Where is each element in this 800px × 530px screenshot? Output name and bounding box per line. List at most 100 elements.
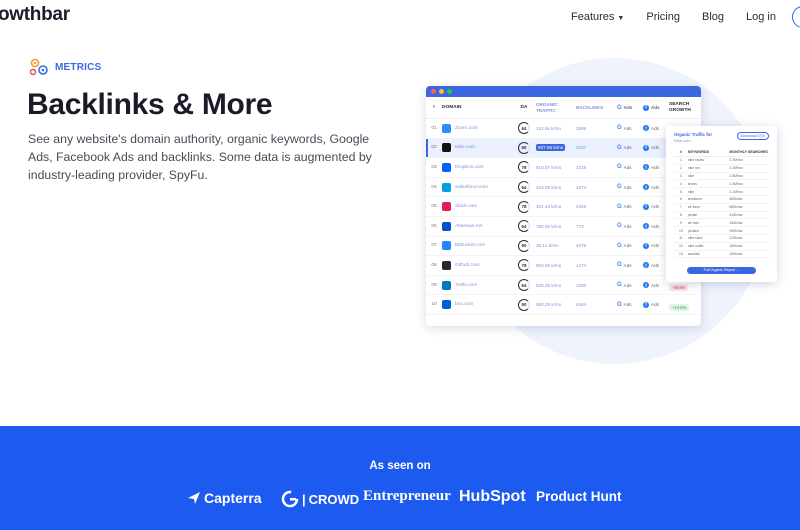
row-google-ads[interactable]: G Ads [617, 302, 643, 308]
table-row[interactable]: 06 Atlassian.net 64 780.00 k/mo 773 G Ads f Ads [426, 217, 701, 237]
table-row[interactable]: 04 Salesforce.com 64 443.08 k/mo 1874 G Ads f Ad… [426, 178, 701, 198]
keyword-num: 4 [679, 181, 682, 186]
nav-pricing[interactable]: Pricing [646, 11, 680, 23]
domain-link[interactable]: Dropbox.com [455, 165, 484, 170]
row-da: 78 [512, 200, 536, 213]
domain-link[interactable]: Salesforce.com [455, 185, 488, 190]
row-da: 50 [512, 298, 536, 311]
table-row[interactable]: 10 box.com 50 590.29 k/mo 4464 G Ads f Ads +14.5% [426, 295, 701, 315]
product-hunt-logo: Product Hunt [536, 489, 622, 504]
domains-table-card: # DOMAIN DA ORGANIC TRAFFIC BACKLINKS GA… [426, 86, 701, 326]
row-google-ads[interactable]: G Ads [617, 164, 643, 170]
row-da: 64 [512, 220, 536, 233]
facebook-ads-label: Ads [651, 184, 659, 190]
keyword-volume: 2.2M/mo [729, 166, 743, 171]
traffic-value[interactable]: 510.57 k/mo [536, 165, 561, 170]
facebook-ads-label: Ads [651, 125, 659, 131]
row-backlinks[interactable]: 3237 [576, 145, 617, 150]
keyword-volume: 2.2M/mo [729, 158, 743, 163]
google-ads-label: Ads [623, 164, 632, 170]
table-row[interactable]: 08 Github.com 78 893.55 k/mo 1474 G Ads f Ads [426, 256, 701, 276]
table-row[interactable]: 09 Trello.com 64 525.36 k/mo 1093 G Ads f Ads -48… [426, 276, 701, 296]
metrics-label: METRICS [55, 61, 102, 73]
row-facebook-ads[interactable]: f Ads [643, 282, 669, 289]
table-row[interactable]: 02 Nike.com 50 937.66 k/mo 3237 G Ads f Ads [426, 138, 701, 159]
row-domain: Nike.com [442, 143, 512, 153]
traffic-value[interactable]: 893.55 k/mo [536, 263, 561, 268]
traffic-value[interactable]: 301.43 k/mo [536, 204, 561, 209]
row-facebook-ads[interactable]: f Ads [643, 301, 669, 308]
google-icon: G [617, 125, 622, 132]
domain-link[interactable]: Atlassian.net [455, 224, 482, 229]
row-backlinks[interactable]: 773 [576, 224, 617, 229]
google-icon: G [617, 203, 622, 210]
download-csv-button[interactable]: Download CSV [736, 132, 769, 140]
row-traffic: 510.57 k/mo [536, 165, 576, 170]
facebook-icon: f [643, 301, 649, 308]
header-da: DA [520, 104, 528, 110]
keyword-text: nike outlet [687, 244, 704, 249]
nav-blog[interactable]: Blog [702, 11, 724, 23]
table-row[interactable]: 07 Bitbucket.com 50 26.12 k/mo 4476 G Ads f Ads [426, 237, 701, 257]
domain-favicon-icon [442, 280, 451, 290]
row-google-ads[interactable]: G Ads [617, 204, 643, 210]
domain-link[interactable]: Github.com [455, 263, 480, 268]
row-google-ads[interactable]: G Ads [617, 125, 643, 131]
keyword-text: jordans [687, 228, 699, 233]
top-nav: owthbar Features ▼ Pricing Blog Log in [0, 0, 800, 34]
domain-link[interactable]: Slack.com [455, 204, 477, 209]
row-backlinks[interactable]: 1093 [576, 283, 617, 288]
domain-link[interactable]: Nike.com [455, 145, 475, 150]
domain-link[interactable]: box.com [455, 302, 473, 307]
row-google-ads[interactable]: G Ads [617, 243, 643, 249]
row-google-ads[interactable]: G Ads [617, 223, 643, 229]
keyword-volume: 410k/mo [729, 212, 743, 217]
row-backlinks[interactable]: 3596 [576, 126, 617, 131]
row-da: 50 [512, 141, 536, 154]
nav-login[interactable]: Log in [746, 11, 776, 23]
traffic-value[interactable]: 525.36 k/mo [536, 283, 561, 288]
traffic-value[interactable]: 937.66 k/mo [536, 144, 566, 152]
row-backlinks[interactable]: 1874 [576, 185, 617, 190]
domain-link[interactable]: Trello.com [455, 283, 477, 288]
row-backlinks[interactable]: 1474 [576, 263, 617, 268]
table-row[interactable]: 01 Zoom.com 64 134.5k k/mo 3596 G Ads f Ads [426, 119, 701, 139]
row-google-ads[interactable]: G Ads [617, 262, 643, 268]
signup-button[interactable] [792, 6, 800, 28]
keyword-num: 7 [679, 205, 682, 210]
close-dot-icon [431, 89, 436, 94]
keyword-row: 7 air force 550k/mo [674, 204, 769, 212]
full-report-button[interactable]: Full Organic Report → [687, 267, 756, 274]
facebook-icon: f [643, 203, 649, 210]
keyword-volume: 250k/mo [729, 228, 743, 233]
window-bar [426, 86, 701, 97]
nav-features[interactable]: Features ▼ [549, 11, 624, 23]
row-backlinks[interactable]: 4356 [576, 204, 617, 209]
traffic-value[interactable]: 590.29 k/mo [536, 302, 561, 307]
traffic-value[interactable]: 26.12 k/mo [536, 243, 559, 248]
popup-header-volume: MONTHLY SEARCHES [729, 150, 768, 154]
row-google-ads[interactable]: G Ads [617, 145, 643, 151]
row-google-ads[interactable]: G Ads [617, 184, 643, 190]
table-row[interactable]: 03 Dropbox.com 78 510.57 k/mo 2216 G Ads f Ads [426, 158, 701, 178]
page-title: Backlinks & More [27, 88, 273, 121]
traffic-value[interactable]: 134.5k k/mo [536, 126, 561, 131]
domain-link[interactable]: Bitbucket.com [455, 243, 485, 248]
domain-link[interactable]: Zoom.com [455, 126, 478, 131]
header-google-ads: G Ads [617, 105, 643, 111]
table-row[interactable]: 05 Slack.com 78 301.43 k/mo 4356 G Ads f Ads [426, 197, 701, 217]
row-backlinks[interactable]: 4464 [576, 302, 617, 307]
facebook-ads-label: Ads [651, 302, 659, 308]
row-google-ads[interactable]: G Ads [617, 282, 643, 288]
row-backlinks[interactable]: 2216 [576, 165, 617, 170]
traffic-value[interactable]: 443.08 k/mo [536, 185, 561, 190]
row-backlinks[interactable]: 4476 [576, 243, 617, 248]
keyword-row: 2 nike run 2.2M/mo [674, 165, 769, 173]
row-traffic: 134.5k k/mo [536, 126, 576, 131]
row-traffic: 590.29 k/mo [536, 302, 576, 307]
facebook-icon: f [643, 184, 649, 191]
keyword-num: 5 [679, 189, 682, 194]
traffic-value[interactable]: 780.00 k/mo [536, 224, 561, 229]
row-num: 09 [431, 282, 437, 288]
logo[interactable]: owthbar [0, 4, 70, 26]
